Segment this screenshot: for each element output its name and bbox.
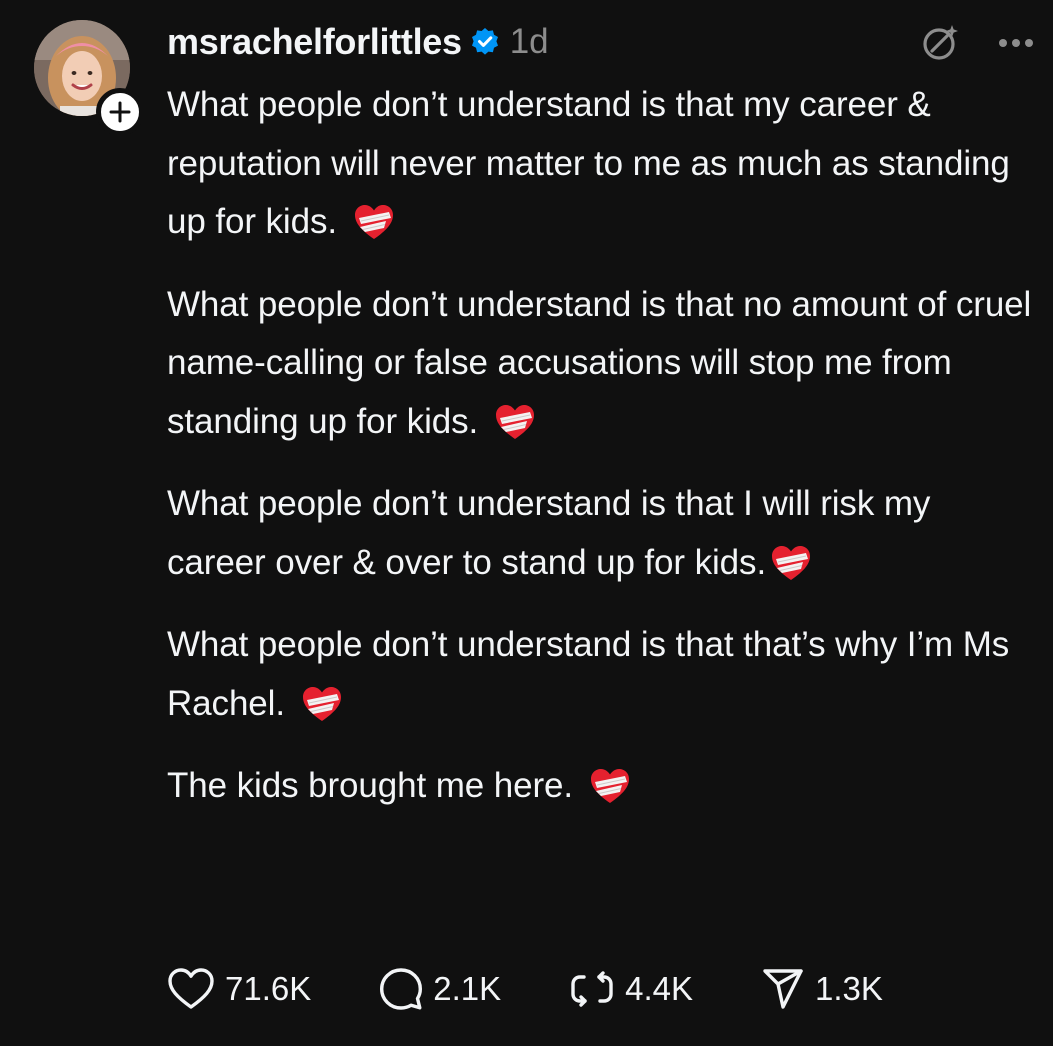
avatar-container [34, 20, 144, 136]
mending-heart-emoji [301, 685, 343, 723]
paragraph-text: What people don’t understand is that no … [167, 284, 1032, 441]
plus-icon [109, 101, 131, 123]
paragraph-text: The kids brought me here. [167, 766, 574, 805]
comment-button[interactable]: 2.1K [379, 967, 501, 1011]
post-paragraph: The kids brought me here. [167, 757, 1033, 816]
thread-post: msrachelforlittles 1d What people don’t … [0, 0, 1053, 1046]
repost-icon [571, 971, 613, 1007]
post-timestamp: 1d [509, 22, 549, 61]
ai-sparkle-icon[interactable] [919, 22, 961, 64]
verified-badge-icon [471, 28, 498, 55]
share-count: 1.3K [815, 970, 883, 1007]
heart-outline-icon [168, 968, 214, 1009]
mending-heart-emoji [770, 544, 812, 582]
mending-heart-emoji [494, 403, 536, 441]
action-bar: 71.6K 2.1K 4.4K 1.3K [167, 964, 883, 1014]
share-button[interactable]: 1.3K [761, 967, 883, 1011]
post-paragraph: What people don’t understand is that my … [167, 76, 1033, 252]
more-dots-icon[interactable] [997, 37, 1035, 49]
share-paper-plane-icon [763, 969, 803, 1009]
follow-button[interactable] [96, 88, 144, 136]
like-count: 71.6K [225, 970, 312, 1007]
repost-button[interactable]: 4.4K [569, 967, 693, 1011]
mending-heart-emoji [353, 203, 395, 241]
post-top-controls [919, 22, 1035, 64]
comment-count: 2.1K [433, 970, 502, 1007]
post-paragraph: What people don’t understand is that I w… [167, 475, 1033, 592]
post-paragraph: What people don’t understand is that no … [167, 276, 1033, 452]
post-header: msrachelforlittles 1d [167, 16, 549, 68]
username-link[interactable]: msrachelforlittles [167, 21, 462, 63]
post-paragraph: What people don’t understand is that tha… [167, 616, 1033, 733]
mending-heart-emoji [589, 767, 631, 805]
post-body: What people don’t understand is that my … [167, 76, 1033, 840]
comment-bubble-icon [380, 968, 423, 1010]
paragraph-text: What people don’t understand is that I w… [167, 484, 931, 582]
repost-count: 4.4K [625, 970, 694, 1007]
like-button[interactable]: 71.6K [167, 967, 311, 1011]
paragraph-text: What people don’t understand is that tha… [167, 625, 1010, 723]
paragraph-text: What people don’t understand is that my … [167, 85, 1010, 241]
